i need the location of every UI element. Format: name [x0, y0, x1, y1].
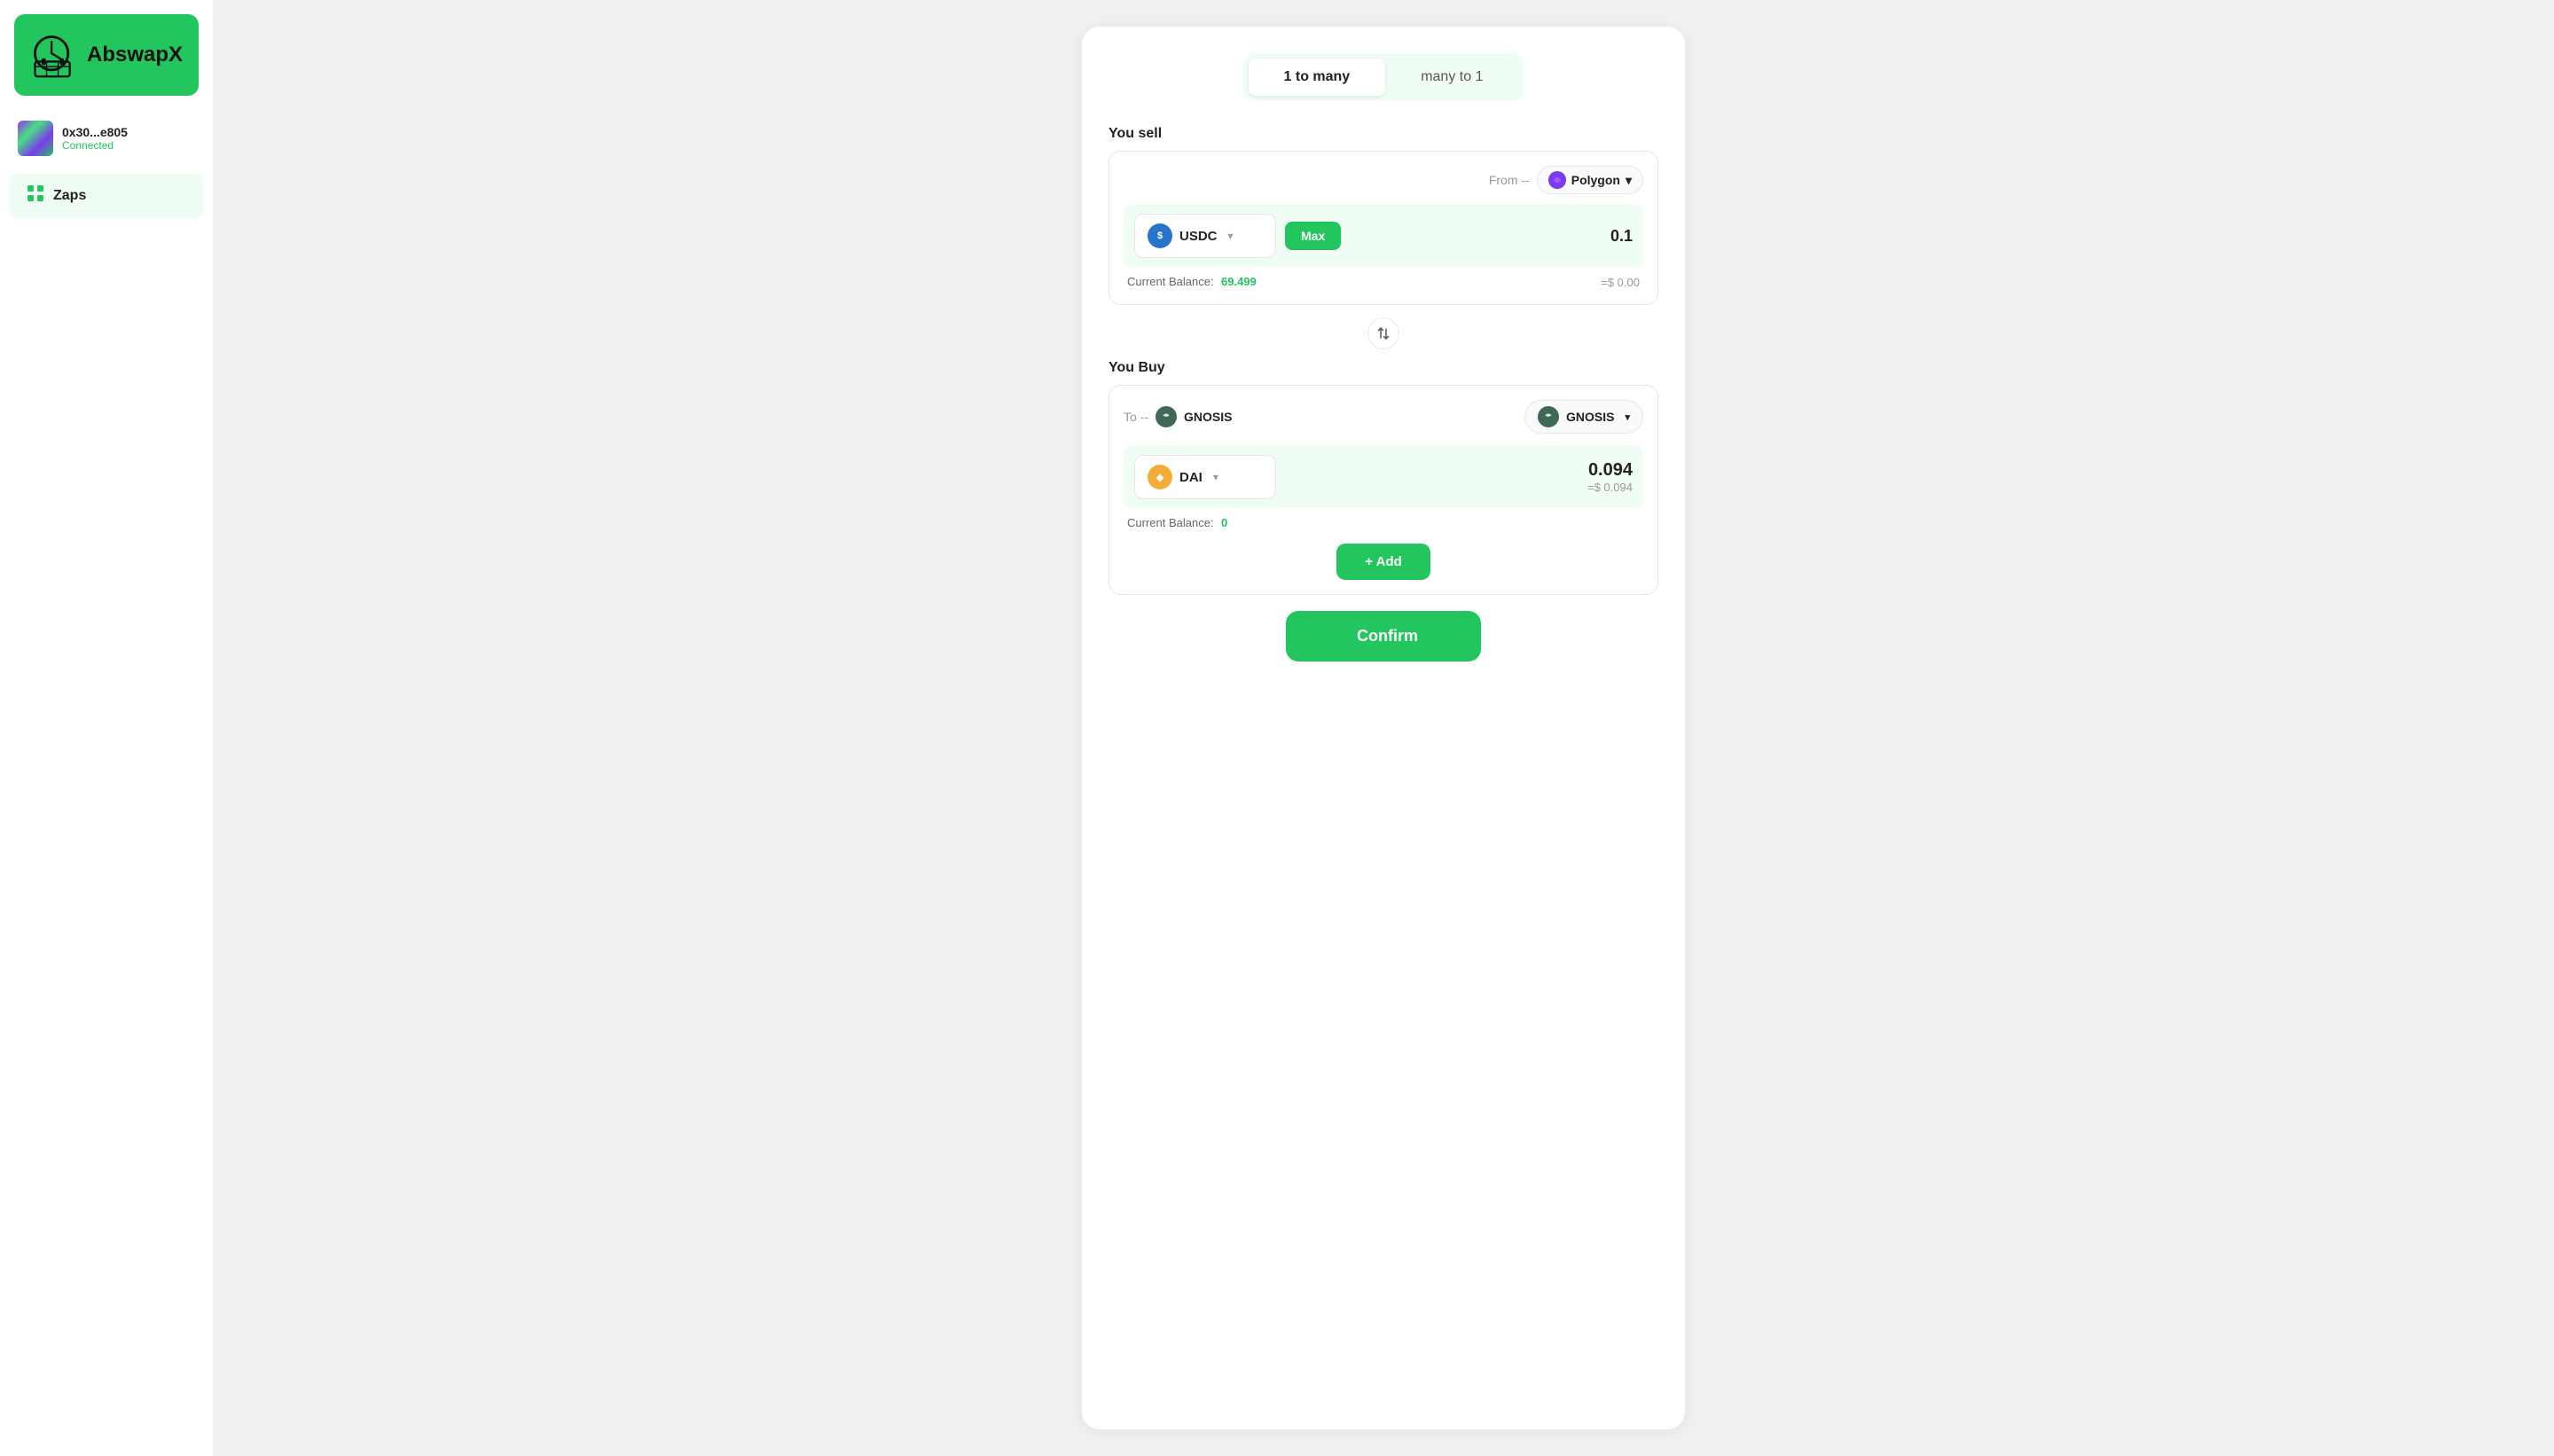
sell-balance-label: Current Balance:: [1127, 275, 1214, 288]
logo-icon: [28, 30, 78, 80]
dai-chevron-icon: ▾: [1213, 471, 1218, 483]
mode-tabs: 1 to many many to 1: [1243, 53, 1524, 101]
sell-usd-value: =$ 0.00: [1601, 276, 1640, 289]
sidebar-item-zaps[interactable]: Zaps: [9, 174, 204, 218]
max-button[interactable]: Max: [1285, 222, 1341, 250]
buy-token-row: ◈ DAI ▾ 0.094 =$ 0.094: [1124, 446, 1643, 508]
buy-balance-label: Current Balance:: [1127, 516, 1214, 529]
gnosis-dest-label: GNOSIS: [1566, 410, 1614, 424]
buy-section-label: You Buy: [1109, 360, 1658, 376]
from-label: From --: [1489, 173, 1530, 187]
sell-balance-value: 69.499: [1221, 275, 1257, 288]
app-logo[interactable]: AbswapX: [14, 14, 199, 96]
polygon-icon: [1548, 171, 1566, 189]
main-content: 1 to many many to 1 You sell From -- Pol…: [213, 0, 2554, 1456]
app-name: AbswapX: [87, 43, 183, 67]
wallet-info: 0x30...e805 Connected: [0, 110, 213, 167]
gnosis-dest-select[interactable]: GNOSIS ▾: [1524, 400, 1643, 434]
gnosis-source-label: GNOSIS: [1184, 410, 1232, 424]
buy-balance-value: 0: [1221, 516, 1227, 529]
sell-section-label: You sell: [1109, 126, 1658, 142]
sidebar: AbswapX 0x30...e805 Connected Zaps: [0, 0, 213, 1456]
usdc-token-select[interactable]: $ USDC ▾: [1134, 214, 1276, 258]
wallet-status: Connected: [62, 139, 128, 152]
token-chevron-icon: ▾: [1228, 230, 1234, 242]
usdc-icon: $: [1148, 223, 1172, 248]
swap-arrows: [1109, 317, 1658, 349]
confirm-row: Confirm: [1109, 611, 1658, 661]
to-label: To --: [1124, 410, 1148, 424]
sell-token-row: $ USDC ▾ Max: [1124, 205, 1643, 267]
swap-card: 1 to many many to 1 You sell From -- Pol…: [1082, 27, 1685, 1429]
usdc-token-name: USDC: [1179, 229, 1218, 244]
tab-many-to-1[interactable]: many to 1: [1385, 59, 1518, 96]
sell-box: From -- Polygon ▾ $ USDC ▾: [1109, 151, 1658, 305]
polygon-chevron-icon: ▾: [1626, 173, 1632, 188]
dai-icon: ◈: [1148, 465, 1172, 489]
buy-amount-value: 0.094: [1285, 460, 1633, 481]
grid-icon: [27, 184, 44, 207]
buy-usd-value: =$ 0.094: [1285, 481, 1633, 494]
dai-token-select[interactable]: ◈ DAI ▾: [1134, 455, 1276, 499]
swap-direction-button[interactable]: [1367, 317, 1399, 349]
swap-arrows-icon: [1376, 326, 1391, 341]
confirm-button[interactable]: Confirm: [1286, 611, 1481, 661]
sidebar-item-label: Zaps: [53, 188, 86, 204]
wallet-avatar: [18, 121, 53, 156]
gnosis-chevron-icon: ▾: [1625, 411, 1630, 423]
add-button[interactable]: + Add: [1336, 544, 1430, 580]
sell-amount-input[interactable]: [1350, 227, 1633, 246]
polygon-network-select[interactable]: Polygon ▾: [1537, 166, 1643, 194]
buy-amount-display: 0.094 =$ 0.094: [1285, 460, 1633, 494]
dai-token-name: DAI: [1179, 470, 1203, 485]
polygon-network-label: Polygon: [1571, 173, 1620, 187]
wallet-address: 0x30...e805: [62, 125, 128, 139]
gnosis-dest-icon: [1538, 406, 1559, 427]
gnosis-source-icon: [1156, 406, 1177, 427]
tab-1-to-many[interactable]: 1 to many: [1249, 59, 1386, 96]
buy-box: To -- GNOSIS: [1109, 385, 1658, 595]
